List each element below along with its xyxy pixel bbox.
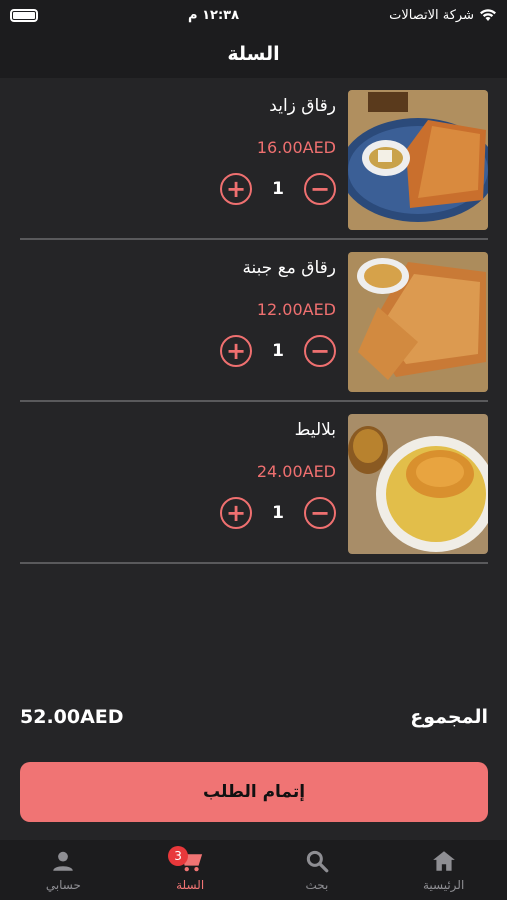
page-header: السلة [0, 30, 507, 78]
tab-home[interactable]: الرئيسية [380, 840, 507, 900]
status-carrier: شركة الاتصالات [389, 8, 497, 23]
quantity-stepper: + 1 − [220, 497, 336, 529]
checkout-button[interactable]: إتمام الطلب [20, 762, 488, 822]
item-price: 24.00AED [256, 462, 336, 481]
carrier-name: شركة الاتصالات [389, 7, 474, 23]
plus-icon: + [225, 337, 247, 365]
item-name: رقاق مع جبنة [242, 258, 336, 278]
minus-icon: − [309, 175, 331, 203]
plus-icon: + [225, 499, 247, 527]
decrease-button[interactable]: − [304, 173, 336, 205]
plus-icon: + [225, 175, 247, 203]
total-amount: 52.00AED [20, 706, 124, 728]
tab-search[interactable]: بحث [254, 840, 381, 900]
person-icon [53, 851, 74, 871]
decrease-button[interactable]: − [304, 335, 336, 367]
increase-button[interactable]: + [220, 335, 252, 367]
tab-label: بحث [305, 878, 329, 892]
battery-icon [10, 8, 38, 22]
decrease-button[interactable]: − [304, 497, 336, 529]
increase-button[interactable]: + [220, 497, 252, 529]
cart-item: رقاق زايد 16.00AED + 1 − [20, 78, 488, 240]
tab-label: حسابي [45, 878, 81, 892]
item-image [348, 414, 488, 554]
total-row: 52.00AED المجموع [20, 706, 488, 728]
quantity-stepper: + 1 − [220, 173, 336, 205]
cart-badge: 3 [168, 846, 189, 866]
wifi-icon [479, 9, 496, 21]
quantity-value: 1 [272, 179, 284, 199]
total-label: المجموع [410, 706, 488, 728]
cart-item: بلاليط 24.00AED + 1 − [20, 402, 488, 564]
minus-icon: − [309, 499, 331, 527]
search-icon [306, 850, 329, 873]
quantity-value: 1 [272, 503, 284, 523]
item-price: 16.00AED [256, 138, 336, 157]
quantity-stepper: + 1 − [220, 335, 336, 367]
home-icon [432, 851, 455, 871]
item-price: 12.00AED [256, 300, 336, 319]
cart-item: رقاق مع جبنة 12.00AED + 1 − [20, 240, 488, 402]
tab-account[interactable]: حسابي [0, 840, 127, 900]
item-image [348, 90, 488, 230]
item-name: بلاليط [294, 420, 336, 440]
item-name: رقاق زايد [269, 96, 336, 116]
minus-icon: − [309, 337, 331, 365]
tab-label: الرئيسية [422, 878, 465, 892]
quantity-value: 1 [272, 341, 284, 361]
status-bar: ١٢:٣٨ م شركة الاتصالات [0, 0, 507, 30]
item-image [348, 252, 488, 392]
tab-label: السلة [176, 878, 205, 892]
increase-button[interactable]: + [220, 173, 252, 205]
page-title: السلة [227, 43, 280, 65]
status-time: ١٢:٣٨ م [188, 7, 240, 23]
tab-cart[interactable]: 3 السلة [127, 840, 254, 900]
tab-bar: حسابي 3 السلة بحث الرئيسية [0, 840, 507, 900]
